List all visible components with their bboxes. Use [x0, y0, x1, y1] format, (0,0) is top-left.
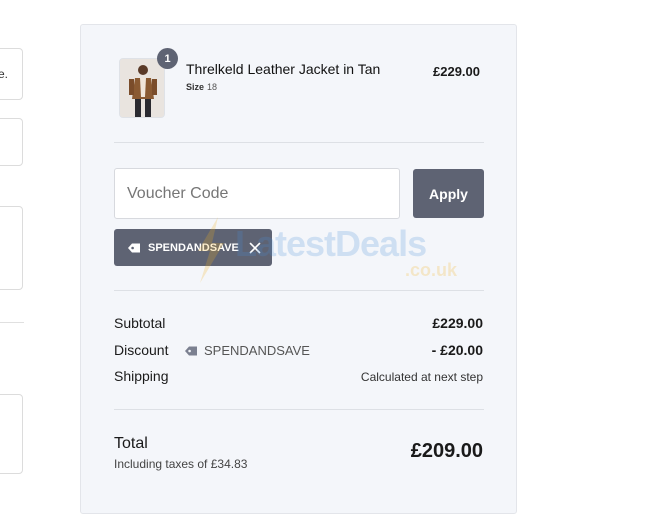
subtotal-label: Subtotal — [114, 315, 166, 331]
shipping-label: Shipping — [114, 368, 169, 384]
discount-code: SPENDANDSAVE — [204, 343, 310, 358]
product-size: Size 18 — [186, 82, 217, 92]
discount-code-tag: SPENDANDSAVE — [184, 343, 310, 358]
tag-icon — [128, 243, 140, 252]
left-form-field[interactable] — [0, 206, 23, 290]
left-divider — [0, 322, 24, 323]
tax-note: Including taxes of £34.83 — [114, 457, 248, 471]
total-label: Total — [114, 435, 148, 452]
product-size-value: 18 — [207, 82, 218, 92]
product-name: Threlkeld Leather Jacket in Tan — [186, 61, 381, 77]
product-thumbnail-wrapper: 1 — [119, 48, 178, 118]
quantity-badge: 1 — [157, 48, 178, 69]
left-form-field[interactable] — [0, 394, 23, 474]
order-summary-panel: 1 Threlkeld Leather Jacket in Tan Size 18… — [80, 24, 517, 514]
product-thumbnail — [119, 58, 165, 118]
divider — [114, 290, 484, 291]
divider — [114, 409, 484, 410]
total-value: £209.00 — [410, 440, 483, 462]
product-size-label: Size — [186, 82, 205, 92]
apply-voucher-button[interactable]: Apply — [413, 169, 484, 218]
product-image — [120, 59, 164, 117]
divider — [114, 142, 484, 143]
left-form-field[interactable] — [0, 118, 23, 166]
applied-voucher-chip: SPENDANDSAVE — [114, 229, 272, 266]
shipping-value: Calculated at next step — [360, 370, 483, 384]
remove-voucher-icon[interactable] — [249, 242, 261, 254]
subtotal-value: £229.00 — [432, 315, 483, 331]
voucher-code-input[interactable] — [114, 168, 400, 219]
left-form-field[interactable]: e. — [0, 48, 23, 100]
applied-voucher-code: SPENDANDSAVE — [148, 241, 239, 254]
product-price: £229.00 — [433, 64, 480, 79]
discount-label: Discount — [114, 342, 169, 358]
discount-value: - £20.00 — [431, 342, 483, 358]
tag-icon — [185, 346, 197, 355]
left-form-field-text: e. — [0, 67, 8, 81]
